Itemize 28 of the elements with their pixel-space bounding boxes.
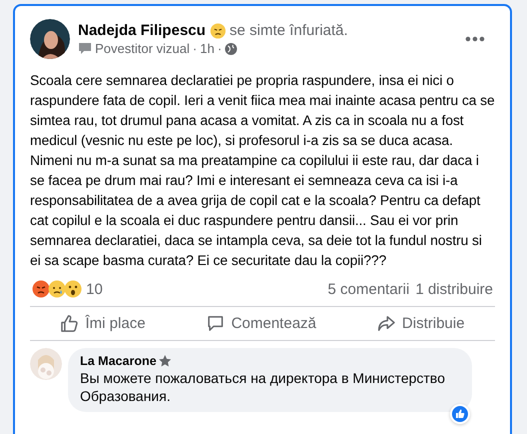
author-name[interactable]: Nadejda Filipescu <box>78 22 206 39</box>
commenter-name[interactable]: La Macarone <box>80 354 156 368</box>
comment-button[interactable]: Comentează <box>186 309 336 338</box>
angry-face-icon <box>210 22 226 38</box>
share-count[interactable]: 1 distribuire <box>415 280 493 298</box>
more-options-icon[interactable] <box>465 36 485 42</box>
separator-dot: · <box>192 41 197 56</box>
star-icon <box>159 355 172 367</box>
reaction-count[interactable]: 10 <box>86 280 322 298</box>
separator-dot: · <box>217 41 222 56</box>
sad-reaction-icon[interactable] <box>48 280 66 298</box>
post-text: Scoala cere semnarea declaratiei pe propria raspundere, insa ei nici o raspundere fata de copil. Ieri a venit fiica mea mai inainte acasa pentru ca se simtea rau, tot drumul pana acasa a vomitat. A zis ca in scoala nu a fost medicul (vesnic nu este pe loc), si profesorul i-a zis sa se duca acasa. Nimeni nu m-a sunat sa ma preatampine ca copilului ii este rau, dar daca i se facea pe drum mai rau? Imi e interesant ei semneaza ceva ca isi i-a responsabilitatea de a avea grija de copil cat e la scoala? Pentru ca defapt cat copilul e la scoala ei duc raspundere pentru dansii... Sau ei vor prin semnarea declaratiei, daca se intampla ceva, sa deie tot la fundul nostru si ei sa scape basma curata? Ei ce securitate dau la copii??? <box>30 71 495 270</box>
like-button[interactable]: Îmi place <box>40 309 166 338</box>
thumbs-up-icon <box>60 314 80 333</box>
avatar[interactable] <box>30 19 70 59</box>
share-arrow-icon <box>377 314 396 333</box>
globe-icon <box>224 42 237 54</box>
badge-icon <box>78 42 92 55</box>
like-reaction-icon[interactable] <box>450 404 470 424</box>
comment-text: Вы можете пожаловаться на директора в Министерство Образования. <box>80 369 446 405</box>
speech-bubble-icon <box>206 314 226 333</box>
post-time[interactable]: 1h <box>200 41 214 56</box>
badge-label[interactable]: Povestitor vizual <box>95 41 190 56</box>
wow-reaction-icon[interactable] <box>64 280 82 298</box>
comment-count[interactable]: 5 comentarii <box>328 280 410 298</box>
feeling-text: se simte înfuriată. <box>230 22 348 39</box>
share-button[interactable]: Distribuie <box>357 309 485 338</box>
angry-reaction-icon[interactable] <box>32 280 50 298</box>
